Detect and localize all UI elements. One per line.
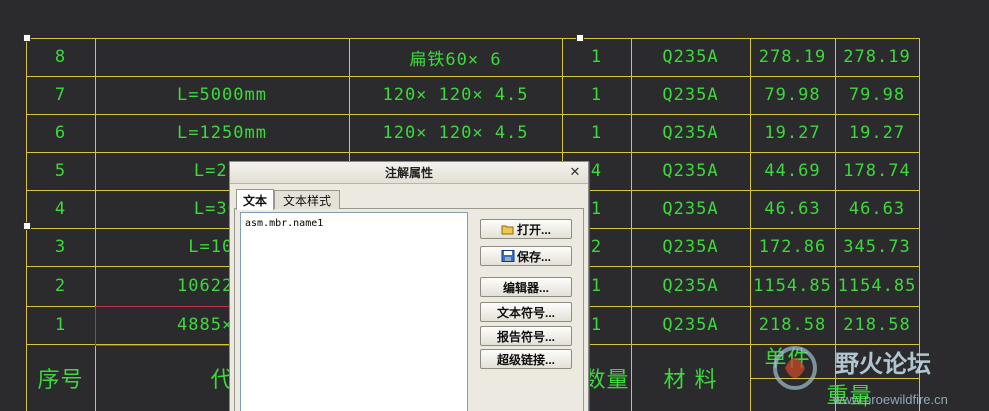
- table-cell-no: 5: [54, 161, 67, 181]
- table-cell-no: 4: [54, 199, 67, 219]
- selection-handle[interactable]: [23, 34, 31, 42]
- table-cell-total: 46.63: [848, 199, 906, 219]
- table-cell-code: [95, 38, 349, 76]
- table-cell-unit: 278.19: [758, 47, 827, 67]
- table-cell-material: Q235A: [662, 276, 719, 296]
- table-cell-total: 278.19: [843, 47, 911, 67]
- tab-text-style[interactable]: 文本样式: [274, 190, 340, 209]
- table-cell-qty: 1: [590, 123, 603, 143]
- table-cell-qty: 1: [590, 47, 603, 67]
- table-cell-total: 79.98: [848, 85, 906, 105]
- table-cell-name: 扁铁60× 6: [409, 49, 502, 70]
- table-cell-no: 6: [54, 123, 67, 143]
- folder-icon: [501, 223, 515, 235]
- table-cell-material: Q235A: [662, 85, 719, 105]
- selection-handle[interactable]: [23, 222, 31, 230]
- table-cell-qty: 1: [590, 85, 603, 105]
- editor-button[interactable]: 编辑器...: [480, 277, 572, 297]
- table-cell-no: 1: [54, 315, 67, 335]
- table-cell-total: 19.27: [848, 123, 906, 143]
- dialog-title: 注解属性: [230, 162, 588, 184]
- table-cell-unit: 172.86: [758, 237, 827, 257]
- table-cell-unit: 1154.85: [753, 276, 832, 296]
- table-cell-name: 120× 120× 4.5: [382, 85, 529, 105]
- table-cell-material: Q235A: [662, 199, 719, 219]
- table-cell-material: Q235A: [662, 47, 719, 67]
- open-button-label: 打开...: [516, 222, 551, 237]
- table-cell-no: 7: [54, 85, 67, 105]
- table-cell-material: Q235A: [662, 123, 719, 143]
- table-cell-unit: 19.27: [764, 123, 821, 143]
- close-icon[interactable]: ✕: [568, 164, 582, 180]
- table-cell-code: L=1250mm: [177, 123, 267, 143]
- note-properties-dialog[interactable]: 注解属性 ✕ 文本 文本样式 asm.mbr.name1 打开... 保存...…: [229, 161, 589, 411]
- table-cell-material: Q235A: [662, 315, 719, 335]
- table-cell-total: 1154.85: [837, 276, 917, 296]
- watermark-title: 野火论坛: [835, 349, 931, 378]
- table-cell-code: L=5000mm: [177, 85, 267, 105]
- note-text-value: asm.mbr.name1: [245, 218, 324, 229]
- table-cell-no: 8: [54, 47, 67, 67]
- table-cell-unit: 79.98: [764, 85, 821, 105]
- selected-cell-outline: [95, 306, 232, 346]
- open-button[interactable]: 打开...: [480, 219, 572, 239]
- table-cell-no: 3: [54, 237, 67, 257]
- text-symbol-button[interactable]: 文本符号...: [480, 302, 572, 322]
- table-cell-material: Q235A: [662, 237, 719, 257]
- table-header-material: 材 料: [663, 367, 718, 393]
- selection-handle[interactable]: [576, 34, 584, 42]
- table-cell-name: 120× 120× 4.5: [382, 123, 529, 143]
- table-header-no: 序号: [37, 367, 84, 393]
- table-cell-total: 178.74: [843, 161, 911, 181]
- table-cell-unit: 46.63: [764, 199, 821, 219]
- table-cell-no: 2: [54, 276, 67, 296]
- tab-text[interactable]: 文本: [236, 189, 274, 210]
- hyperlink-button[interactable]: 超级链接...: [480, 349, 572, 369]
- table-cell-unit: 44.69: [764, 161, 821, 181]
- drawing-canvas[interactable]: 8 扁铁60× 6 1 Q235A 278.19 278.19 7 L=5000mm 120× …: [0, 0, 989, 411]
- watermark-url: www.proewildfire.cn: [832, 392, 948, 407]
- table-cell-material: Q235A: [662, 161, 719, 181]
- save-button-label: 保存...: [516, 249, 551, 264]
- table-cell-total: 345.73: [843, 237, 911, 257]
- save-button[interactable]: 保存...: [480, 246, 572, 266]
- report-symbol-button[interactable]: 报告符号...: [480, 326, 572, 346]
- save-icon: [501, 250, 515, 262]
- watermark-logo: 野火论坛 www.proewildfire.cn: [745, 338, 989, 411]
- note-text-input[interactable]: asm.mbr.name1: [240, 212, 468, 411]
